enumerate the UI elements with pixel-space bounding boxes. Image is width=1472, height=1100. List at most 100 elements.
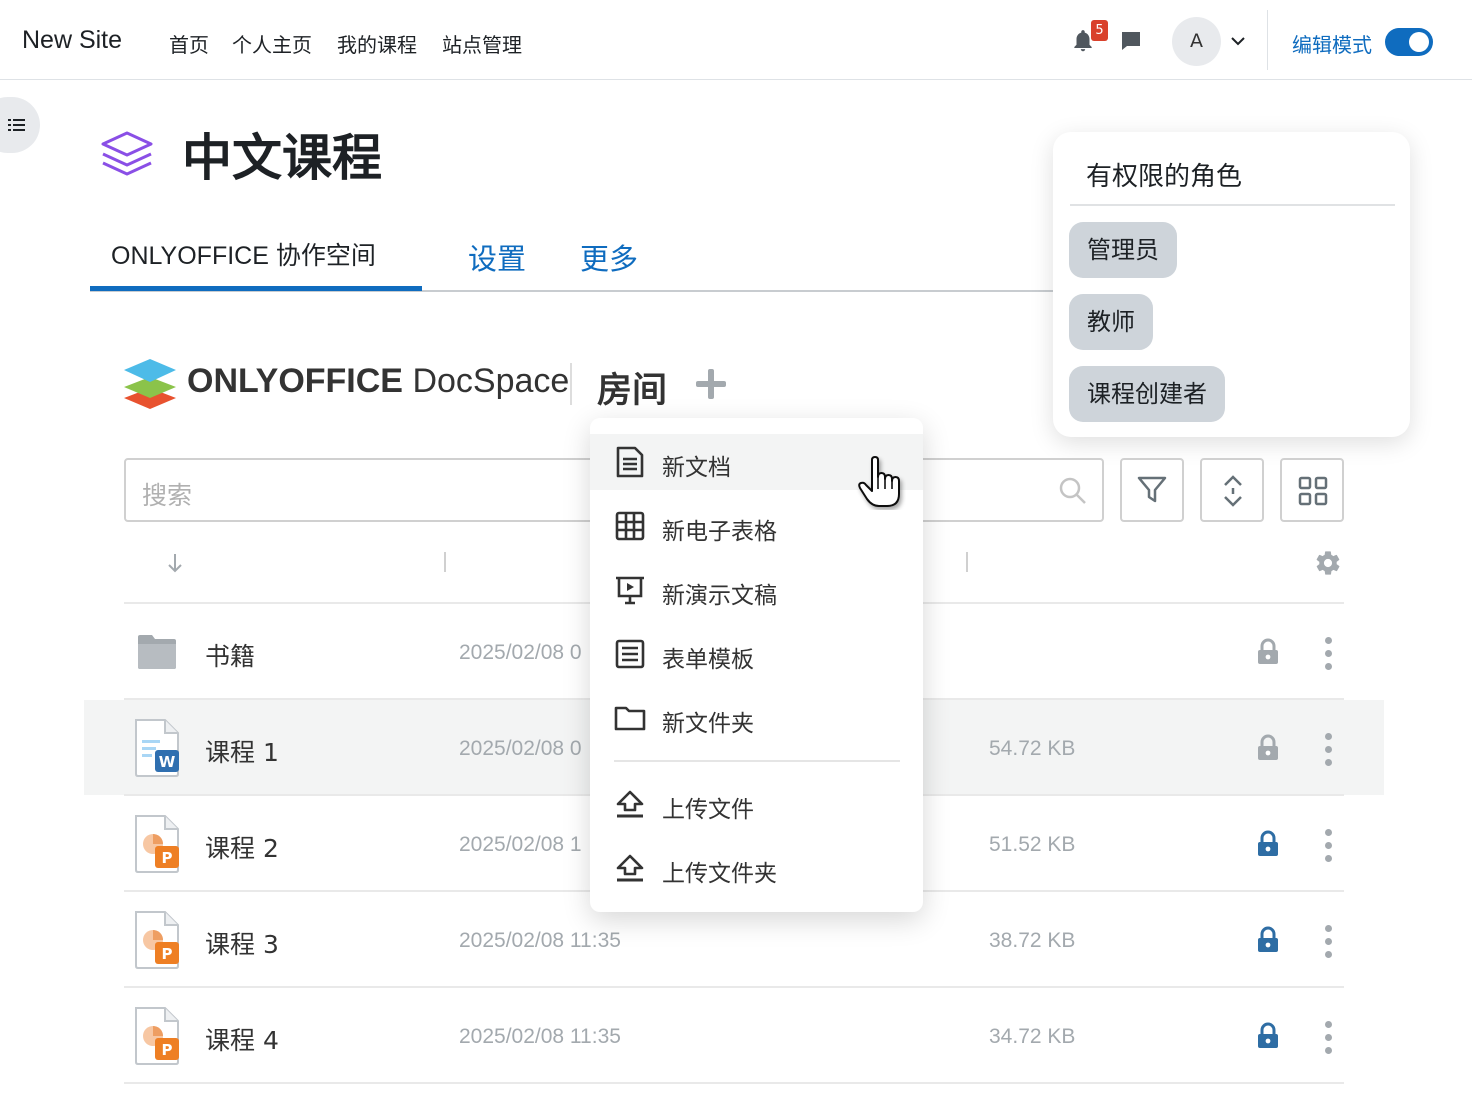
svg-text:P: P: [162, 1041, 173, 1059]
sort-icon: [1224, 475, 1242, 507]
menu-item-upload-file[interactable]: 上传文件: [590, 776, 923, 832]
chevron-down-icon[interactable]: [1231, 36, 1245, 46]
file-name[interactable]: 课程 2: [205, 829, 279, 865]
svg-text:P: P: [162, 945, 173, 963]
folder-icon: [614, 706, 646, 731]
menu-item-label: 新电子表格: [662, 519, 777, 545]
nav-link-my-courses[interactable]: 我的课程: [337, 29, 417, 58]
row-divider: [124, 986, 1344, 988]
edit-mode-label: 编辑模式: [1292, 33, 1372, 57]
row-actions-button[interactable]: [1320, 921, 1336, 967]
top-navbar: New Site 首页 个人主页 我的课程 站点管理 5 A 编辑模式: [0, 0, 1472, 80]
lock-icon[interactable]: [1256, 1022, 1280, 1050]
file-name[interactable]: 课程 4: [205, 1021, 279, 1057]
upload-folder-icon: [616, 854, 644, 882]
file-name[interactable]: 书籍: [205, 637, 255, 673]
file-date: 2025/02/08 1: [459, 833, 582, 856]
menu-item-label: 上传文件: [662, 797, 754, 823]
docspace-brand-light: DocSpace: [403, 362, 570, 400]
edit-mode-toggle[interactable]: [1385, 28, 1433, 56]
gear-icon[interactable]: [1314, 549, 1342, 577]
course-layers-icon: [101, 131, 153, 176]
file-date: 2025/02/08 11:35: [459, 929, 621, 952]
column-separator[interactable]: [966, 552, 968, 572]
message-icon[interactable]: [1119, 29, 1143, 53]
menu-divider: [614, 760, 900, 762]
roles-divider: [1070, 204, 1395, 206]
filter-icon: [1137, 476, 1167, 503]
tab-settings[interactable]: 设置: [468, 236, 526, 278]
roles-title: 有权限的角色: [1086, 162, 1243, 192]
presentation-file-icon: P: [135, 815, 179, 873]
tab-more[interactable]: 更多: [580, 236, 638, 278]
row-actions-button[interactable]: [1320, 1017, 1336, 1063]
avatar[interactable]: A: [1172, 17, 1221, 66]
presentation-file-icon: P: [135, 911, 179, 969]
file-date: 2025/02/08 11:35: [459, 1025, 621, 1048]
view-toggle-button[interactable]: [1280, 458, 1344, 522]
role-badge-course-creator: 课程创建者: [1069, 366, 1225, 422]
nav-link-profile[interactable]: 个人主页: [232, 29, 312, 58]
grid-view-icon: [1298, 476, 1328, 506]
docspace-brand: ONLYOFFICE DocSpace: [187, 362, 569, 401]
menu-item-upload-folder[interactable]: 上传文件夹: [590, 840, 923, 896]
rooms-label: 房间: [597, 371, 668, 411]
menu-item-label: 新演示文稿: [662, 583, 777, 609]
upload-icon: [616, 790, 644, 818]
search-icon[interactable]: [1058, 476, 1088, 506]
search-placeholder: 搜索: [142, 481, 193, 510]
form-template-icon: [615, 639, 645, 669]
file-size: 54.72 KB: [989, 737, 1076, 760]
onlyoffice-logo-icon: [124, 359, 176, 409]
nav-link-site-admin[interactable]: 站点管理: [442, 29, 522, 58]
sort-button[interactable]: [1200, 458, 1264, 522]
menu-item-label: 表单模板: [662, 647, 754, 673]
tab-onlyoffice[interactable]: ONLYOFFICE 协作空间: [111, 236, 376, 272]
roles-popover: 有权限的角色 管理员 教师 课程创建者: [1053, 132, 1410, 437]
row-divider: [124, 1082, 1344, 1084]
notification-badge: 5: [1091, 20, 1108, 41]
active-tab-indicator: [90, 286, 422, 291]
lock-icon[interactable]: [1256, 734, 1280, 762]
plus-icon[interactable]: [693, 366, 729, 402]
menu-item-label: 新文件夹: [662, 711, 754, 737]
lock-icon[interactable]: [1256, 638, 1280, 666]
hand-cursor-icon: [858, 456, 900, 507]
row-actions-button[interactable]: [1320, 633, 1336, 679]
presentation-icon: [616, 576, 644, 605]
folder-icon: [138, 635, 176, 669]
file-size: 34.72 KB: [989, 1025, 1076, 1048]
course-index-toggle[interactable]: [0, 97, 40, 153]
file-name[interactable]: 课程 3: [205, 925, 279, 961]
file-size: 38.72 KB: [989, 929, 1076, 952]
spreadsheet-icon: [615, 511, 645, 541]
menu-item-label: 新文档: [662, 455, 731, 481]
svg-text:W: W: [159, 753, 176, 771]
file-size: 51.52 KB: [989, 833, 1076, 856]
menu-item-new-folder[interactable]: 新文件夹: [590, 690, 923, 746]
arrow-down-icon[interactable]: [166, 552, 184, 574]
row-actions-button[interactable]: [1320, 825, 1336, 871]
row-actions-button[interactable]: [1320, 729, 1336, 775]
file-date: 2025/02/08 0: [459, 641, 582, 664]
file-name[interactable]: 课程 1: [205, 733, 279, 769]
file-date: 2025/02/08 0: [459, 737, 582, 760]
role-badge-manager: 管理员: [1069, 222, 1177, 278]
navbar-divider: [1267, 10, 1268, 70]
filter-button[interactable]: [1120, 458, 1184, 522]
site-name[interactable]: New Site: [22, 26, 122, 55]
docspace-divider: [570, 363, 572, 405]
list-icon: [8, 119, 25, 131]
page-title: 中文课程: [182, 129, 382, 187]
word-document-icon: W: [135, 719, 179, 777]
menu-item-form-template[interactable]: 表单模板: [590, 626, 923, 682]
lock-icon[interactable]: [1256, 830, 1280, 858]
column-separator[interactable]: [444, 552, 446, 572]
presentation-file-icon: P: [135, 1007, 179, 1065]
menu-item-new-presentation[interactable]: 新演示文稿: [590, 562, 923, 618]
docspace-brand-bold: ONLYOFFICE: [187, 362, 403, 400]
menu-item-label: 上传文件夹: [662, 861, 777, 887]
role-badge-teacher: 教师: [1069, 294, 1153, 350]
nav-link-home[interactable]: 首页: [169, 29, 209, 58]
lock-icon[interactable]: [1256, 926, 1280, 954]
